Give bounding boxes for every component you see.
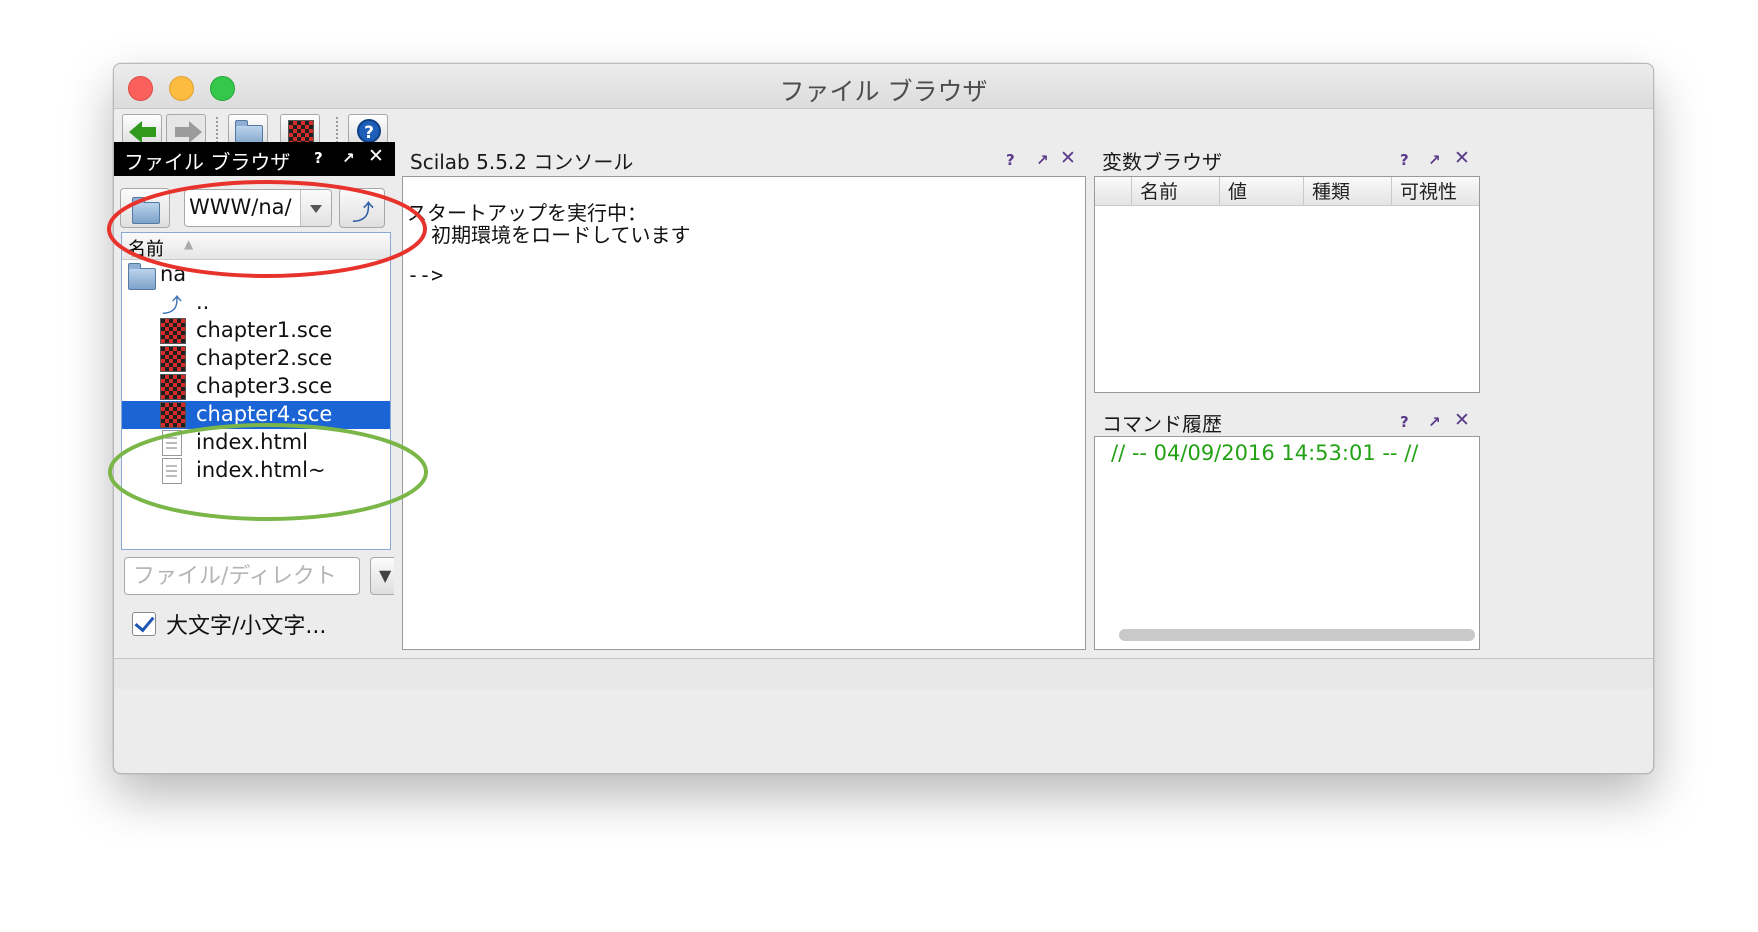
list-item-label: chapter2.sce — [196, 346, 333, 370]
app-window: ファイル ブラウザ ? ファイル ブラウザ ? ↗ ✕ WWW/na/ ⤴ 名前… — [113, 63, 1654, 774]
console-header: Scilab 5.5.2 コンソール ? ↗ ✕ — [410, 144, 1086, 178]
variable-browser-header: 変数ブラウザ ? ↗ ✕ — [1102, 144, 1480, 178]
file-filter-field[interactable] — [124, 557, 360, 595]
tree-row-index-html[interactable]: index.html — [122, 429, 390, 457]
history-session-entry[interactable]: // -- 04/09/2016 14:53:01 -- // — [1111, 441, 1418, 465]
console-prompt: --> — [407, 263, 444, 287]
variable-table-header: 名前 値 種類 可視性 — [1095, 177, 1479, 206]
forward-arrow-icon — [175, 121, 202, 143]
list-item-label: chapter1.sce — [196, 318, 333, 342]
panel-undock-icon[interactable]: ↗ — [342, 149, 355, 167]
sort-ascending-icon: ▲ — [184, 237, 194, 251]
folder-icon — [128, 263, 156, 290]
parent-dir-icon: ⤴ — [162, 293, 182, 317]
window-title: ファイル ブラウザ — [779, 77, 988, 106]
console-line: 初期環境をロードしています — [407, 223, 691, 247]
help-icon: ? — [357, 119, 381, 143]
case-sensitive-label: 大文字/小文字... — [166, 614, 327, 639]
select-directory-button[interactable] — [120, 188, 170, 228]
scilab-file-icon — [160, 402, 186, 428]
console-close-icon[interactable]: ✕ — [1060, 147, 1076, 169]
parent-directory-button[interactable]: ⤴ — [339, 188, 385, 228]
path-combobox[interactable]: WWW/na/ — [184, 189, 332, 227]
column-name-label: 名前 — [128, 239, 164, 260]
tree-row-parent[interactable]: ⤴ .. — [122, 289, 390, 317]
list-item-label: chapter3.sce — [196, 374, 333, 398]
varbrowser-undock-icon[interactable]: ↗ — [1428, 151, 1441, 169]
scilab-file-icon — [160, 346, 186, 372]
path-value: WWW/na/ — [189, 195, 292, 219]
tree-row-chapter3[interactable]: chapter3.sce — [122, 373, 390, 401]
file-browser-title: ファイル ブラウザ — [124, 150, 291, 174]
variable-table: 名前 値 種類 可視性 — [1094, 176, 1480, 393]
console-help-icon[interactable]: ? — [1006, 151, 1015, 169]
command-history-title: コマンド履歴 — [1102, 412, 1222, 436]
variable-browser-title: 変数ブラウザ — [1102, 150, 1222, 174]
file-browser-header: ファイル ブラウザ ? ↗ ✕ — [114, 142, 395, 176]
folder-icon — [132, 197, 160, 224]
console-output[interactable]: スタートアップを実行中： 初期環境をロードしています --> — [402, 176, 1086, 650]
scilab-file-icon — [160, 374, 186, 400]
status-bar — [114, 658, 1653, 689]
column-header-value[interactable]: 値 — [1219, 177, 1303, 205]
history-undock-icon[interactable]: ↗ — [1428, 413, 1441, 431]
tree-row-chapter4[interactable]: chapter4.sce — [122, 401, 390, 429]
history-close-icon[interactable]: ✕ — [1454, 409, 1470, 431]
up-arrow-icon: ⤴ — [352, 201, 375, 226]
list-item-label: chapter4.sce — [196, 402, 333, 426]
column-header-name[interactable]: 名前 — [1131, 177, 1219, 205]
history-help-icon[interactable]: ? — [1400, 413, 1409, 431]
scilab-file-icon — [160, 318, 186, 344]
list-item-label: index.html~ — [196, 458, 326, 482]
list-item-label: index.html — [196, 430, 308, 454]
tree-column-header[interactable]: 名前 ▲ — [122, 233, 390, 260]
varbrowser-help-icon[interactable]: ? — [1400, 151, 1409, 169]
command-history-header: コマンド履歴 ? ↗ ✕ — [1102, 406, 1480, 440]
filter-options-button[interactable]: ▼ — [370, 557, 394, 595]
column-header-type[interactable]: 種類 — [1303, 177, 1391, 205]
console-title: Scilab 5.5.2 コンソール — [410, 150, 634, 174]
varbrowser-close-icon[interactable]: ✕ — [1454, 147, 1470, 169]
tree-row-na[interactable]: na — [122, 261, 390, 290]
panel-close-icon[interactable]: ✕ — [368, 145, 384, 167]
filter-funnel-icon: ▼ — [379, 566, 392, 585]
back-arrow-icon — [129, 121, 156, 143]
console-undock-icon[interactable]: ↗ — [1036, 151, 1049, 169]
html-file-icon — [162, 430, 182, 456]
title-bar: ファイル ブラウザ — [114, 64, 1653, 109]
tree-row-index-html-backup[interactable]: index.html~ — [122, 457, 390, 485]
tree-row-chapter2[interactable]: chapter2.sce — [122, 345, 390, 373]
command-history-list: // -- 04/09/2016 14:53:01 -- // — [1094, 436, 1480, 650]
file-tree: 名前 ▲ na ⤴ .. chapter1.sce chapter2.sce c… — [121, 232, 391, 550]
case-sensitive-checkbox[interactable] — [132, 612, 156, 636]
list-item-label: na — [160, 262, 187, 286]
list-item-label: .. — [196, 290, 210, 314]
tree-row-chapter1[interactable]: chapter1.sce — [122, 317, 390, 345]
column-header-visibility[interactable]: 可視性 — [1391, 177, 1481, 205]
horizontal-scrollbar[interactable] — [1119, 629, 1475, 641]
file-filter-input[interactable] — [125, 558, 359, 594]
text-file-icon — [162, 458, 182, 484]
chevron-down-icon[interactable] — [300, 190, 331, 226]
panel-help-icon[interactable]: ? — [314, 149, 323, 167]
